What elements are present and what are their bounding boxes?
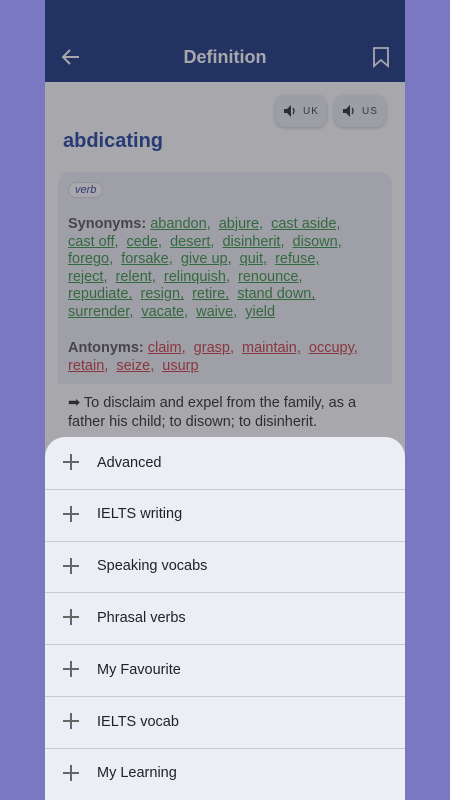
plus-icon: [63, 713, 79, 729]
plus-icon: [63, 609, 79, 626]
list-item[interactable]: IELTS vocab: [45, 696, 405, 747]
list-item[interactable]: Advanced: [45, 437, 405, 488]
list-item-label: Advanced: [97, 454, 162, 471]
list-item[interactable]: Phrasal verbs: [45, 592, 405, 643]
plus-icon: [63, 661, 79, 678]
phone-screen: Definition UK US abdicating verb Synonym…: [45, 0, 405, 800]
plus-icon: [63, 505, 79, 522]
list-item-label: My Learning: [97, 765, 177, 782]
list-item-label: Phrasal verbs: [97, 609, 186, 626]
list-item[interactable]: My Favourite: [45, 644, 405, 695]
plus-icon: [63, 557, 79, 574]
list-item-label: IELTS vocab: [97, 713, 179, 730]
list-item[interactable]: IELTS writing: [45, 489, 405, 540]
add-to-list-sheet: Advanced IELTS writing Speaking vocabs Phra…: [45, 437, 405, 800]
list-item-label: My Favourite: [97, 661, 181, 678]
list-item[interactable]: My Learning: [45, 748, 405, 799]
list-item-label: Speaking vocabs: [97, 558, 208, 575]
plus-icon: [63, 764, 79, 781]
list-item-label: IELTS writing: [97, 506, 183, 523]
list-item[interactable]: Speaking vocabs: [45, 541, 405, 592]
plus-icon: [63, 454, 79, 470]
